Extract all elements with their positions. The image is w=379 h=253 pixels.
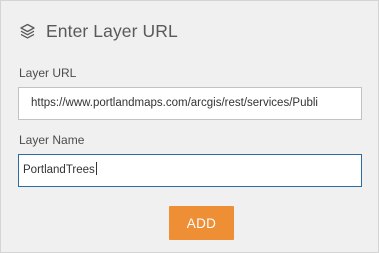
- layer-url-input[interactable]: https://www.portlandmaps.com/arcgis/rest…: [18, 87, 362, 120]
- layer-name-value: PortlandTrees: [23, 164, 95, 176]
- layers-icon: [18, 22, 37, 41]
- layer-url-label: Layer URL: [19, 66, 77, 80]
- layer-name-input[interactable]: PortlandTrees: [18, 154, 362, 187]
- text-caret: [95, 162, 97, 176]
- layer-url-value: https://www.portlandmaps.com/arcgis/rest…: [31, 97, 318, 109]
- add-button[interactable]: ADD: [169, 206, 234, 240]
- enter-layer-url-panel: Enter Layer URL Layer URL https://www.po…: [0, 0, 379, 253]
- panel-title: Enter Layer URL: [46, 20, 178, 41]
- panel-header: Enter Layer URL: [18, 19, 178, 43]
- layer-name-label: Layer Name: [19, 133, 85, 147]
